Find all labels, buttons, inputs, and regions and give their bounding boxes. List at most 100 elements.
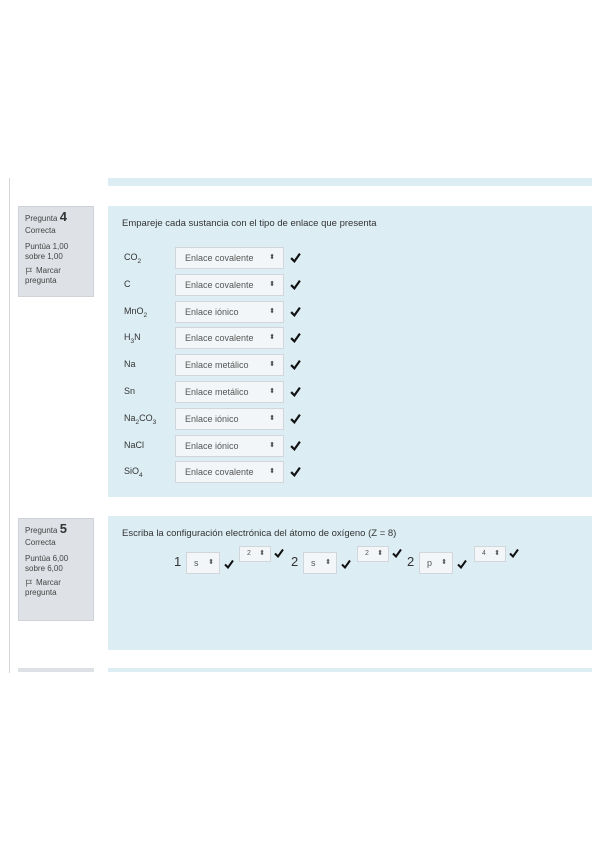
- check-icon: [290, 253, 301, 263]
- bond-type-select[interactable]: Enlace metálico ⬍: [175, 381, 284, 403]
- flag-label-1: Marcar: [36, 578, 61, 587]
- check-icon: [457, 559, 467, 569]
- match-row: Na Enlace metálico ⬍: [124, 354, 324, 377]
- bond-type-select[interactable]: Enlace covalente ⬍: [175, 273, 284, 296]
- match-row: CO2 Enlace covalente ⬍: [124, 247, 324, 269]
- shell-number-2: 2: [291, 554, 299, 569]
- left-border: [9, 178, 10, 673]
- check-icon: [290, 333, 301, 344]
- check-icon: [509, 548, 519, 558]
- check-icon: [341, 559, 351, 569]
- match-row: SiO4 Enlace covalente ⬍: [124, 461, 324, 484]
- question-number: 4: [59, 209, 67, 224]
- check-icon: [290, 467, 301, 478]
- question-4-info: Pregunta 4 Correcta Puntúa 1,00 sobre 1,…: [18, 206, 94, 297]
- bond-type-select[interactable]: Enlace iónico ⬍: [175, 300, 284, 323]
- question-number-line: Pregunta 5: [25, 521, 87, 536]
- select-caret-icon: ⬍: [269, 280, 275, 288]
- select-caret-icon: ⬍: [494, 550, 500, 557]
- selected-bond-type: Enlace covalente: [185, 467, 254, 478]
- substance-formula: Na: [124, 359, 136, 370]
- question-grade: Puntúa 6,00 sobre 6,00: [25, 554, 87, 574]
- shell-number-3: 2: [407, 554, 415, 569]
- orbital-select-1[interactable]: s ⬍: [186, 552, 220, 574]
- selected-bond-type: Enlace iónico: [185, 440, 239, 451]
- electron-count-value: 4: [482, 550, 486, 557]
- match-row: H3N Enlace covalente ⬍: [124, 327, 324, 350]
- select-caret-icon: ⬍: [269, 334, 275, 342]
- orbital-select-3[interactable]: p ⬍: [419, 552, 453, 574]
- substance-formula: Na2CO3: [124, 412, 157, 426]
- select-caret-icon: ⬍: [325, 559, 331, 566]
- next-question-info-top: [18, 668, 94, 672]
- select-caret-icon: ⬍: [269, 441, 275, 449]
- check-icon: [290, 279, 301, 290]
- substance-formula: C: [124, 278, 131, 289]
- flag-icon: [26, 579, 33, 587]
- question-label: Pregunta: [25, 214, 58, 223]
- check-icon: [290, 360, 301, 371]
- selected-bond-type: Enlace covalente: [185, 279, 254, 290]
- match-row: Na2CO3 Enlace iónico ⬍: [124, 407, 324, 430]
- question-grade: Puntúa 1,00 sobre 1,00: [25, 242, 87, 262]
- substance-formula: MnO2: [124, 305, 148, 319]
- selected-bond-type: Enlace iónico: [185, 413, 239, 424]
- bond-type-select[interactable]: Enlace iónico ⬍: [175, 434, 284, 457]
- grade-line-1: Puntúa 1,00: [25, 242, 69, 251]
- orbital-select-2[interactable]: s ⬍: [303, 552, 337, 574]
- question-label: Pregunta: [25, 526, 58, 535]
- selected-bond-type: Enlace metálico: [185, 360, 249, 371]
- check-icon: [290, 413, 301, 424]
- match-row: Sn Enlace metálico ⬍: [124, 381, 324, 403]
- electron-count-value: 2: [365, 550, 369, 557]
- orbital-value: s: [194, 558, 199, 568]
- grade-line-2: sobre 6,00: [25, 564, 63, 573]
- question-state: Correcta: [25, 538, 56, 547]
- check-icon: [392, 548, 402, 558]
- selected-bond-type: Enlace covalente: [185, 253, 254, 263]
- substance-formula: H3N: [124, 332, 141, 346]
- grade-line-2: sobre 1,00: [25, 252, 63, 261]
- match-row: MnO2 Enlace iónico ⬍: [124, 300, 324, 323]
- bond-type-select[interactable]: Enlace covalente ⬍: [175, 327, 284, 350]
- question-text: Empareje cada sustancia con el tipo de e…: [122, 218, 377, 229]
- bond-type-select[interactable]: Enlace covalente ⬍: [175, 247, 284, 269]
- next-question-top: [108, 668, 592, 672]
- flag-label-2: pregunta: [25, 276, 57, 285]
- select-caret-icon: ⬍: [269, 468, 275, 476]
- question-number: 5: [59, 521, 67, 536]
- substance-formula: SiO4: [124, 466, 143, 480]
- select-caret-icon: ⬍: [269, 307, 275, 315]
- selected-bond-type: Enlace covalente: [185, 333, 254, 344]
- substance-formula: NaCl: [124, 439, 145, 450]
- question-text: Escriba la configuración electrónica del…: [122, 528, 397, 539]
- select-caret-icon: ⬍: [259, 550, 265, 557]
- check-icon: [274, 548, 284, 558]
- flag-question-link[interactable]: Marcar pregunta: [25, 266, 87, 286]
- electron-count-select-2[interactable]: 2 ⬍: [357, 546, 389, 562]
- electron-count-value: 2: [247, 550, 251, 557]
- select-caret-icon: ⬍: [269, 361, 275, 369]
- check-icon: [290, 387, 301, 397]
- question-5-info: Pregunta 5 Correcta Puntúa 6,00 sobre 6,…: [18, 518, 94, 621]
- grade-line-1: Puntúa 6,00: [25, 554, 69, 563]
- bond-type-select[interactable]: Enlace covalente ⬍: [175, 461, 284, 484]
- select-caret-icon: ⬍: [269, 388, 275, 395]
- selected-bond-type: Enlace metálico: [185, 387, 249, 397]
- check-icon: [224, 559, 234, 569]
- flag-icon: [26, 267, 33, 275]
- electron-count-select-3[interactable]: 4 ⬍: [474, 546, 506, 562]
- bond-type-select[interactable]: Enlace metálico ⬍: [175, 354, 284, 377]
- select-caret-icon: ⬍: [208, 559, 214, 566]
- select-caret-icon: ⬍: [269, 414, 275, 422]
- check-icon: [290, 306, 301, 317]
- substance-formula: Sn: [124, 386, 136, 396]
- check-icon: [290, 440, 301, 451]
- electron-count-select-1[interactable]: 2 ⬍: [239, 546, 271, 562]
- substance-formula: CO2: [124, 252, 142, 265]
- selected-bond-type: Enlace iónico: [185, 306, 239, 317]
- flag-question-link[interactable]: Marcar pregunta: [25, 578, 87, 598]
- bond-type-select[interactable]: Enlace iónico ⬍: [175, 407, 284, 430]
- question-state: Correcta: [25, 226, 56, 235]
- flag-label-2: pregunta: [25, 588, 57, 597]
